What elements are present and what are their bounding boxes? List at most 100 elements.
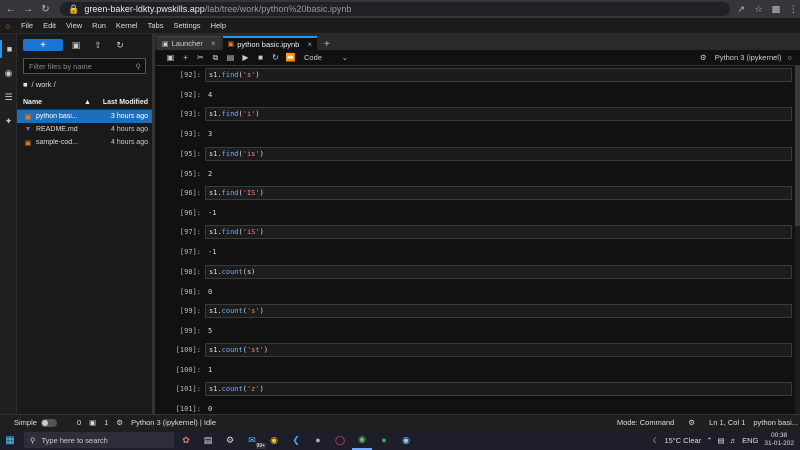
code-cell[interactable]: [100]: s1.count('st') [100]: 1 (155, 343, 795, 381)
restart-icon[interactable]: ↻ (268, 53, 283, 62)
menu-settings[interactable]: Settings (168, 21, 205, 30)
code-cell[interactable]: [92]: s1.find('s') [92]: 4 (155, 68, 795, 106)
copy-icon[interactable]: ⧉ (208, 53, 223, 63)
menu-view[interactable]: View (61, 21, 87, 30)
file-row[interactable]: ▼ README.md 4 hours ago (17, 123, 152, 136)
close-icon[interactable]: × (211, 39, 216, 48)
network-icon[interactable]: ▤ (718, 436, 725, 445)
code-cell[interactable]: [101]: s1.count('z') [101]: 0 (155, 382, 795, 414)
menu-edit[interactable]: Edit (38, 21, 61, 30)
github-icon[interactable]: ● (308, 430, 328, 450)
column-modified[interactable]: Last Modified (103, 99, 148, 106)
cursor-position[interactable]: Ln 1, Col 1 (709, 418, 745, 427)
refresh-icon[interactable]: ↻ (111, 40, 129, 51)
menu-kernel[interactable]: Kernel (111, 21, 143, 30)
cell-input[interactable]: s1.find('s') (205, 68, 792, 82)
menu-dots-icon[interactable]: ⋮ (787, 2, 800, 16)
forward-arrow-icon[interactable]: → (21, 2, 34, 16)
weather-text[interactable]: 15°C Clear (664, 436, 701, 445)
menu-run[interactable]: Run (87, 21, 111, 30)
kernel-indicator[interactable]: ⚙ Python 3 (ipykernel) ○ (700, 53, 800, 62)
file-row[interactable]: ▣ python basi... 3 hours ago (17, 110, 152, 123)
kernel-count[interactable]: 1 (104, 418, 108, 427)
paste-icon[interactable]: ▤ (223, 53, 238, 62)
run-icon[interactable]: ▶ (238, 53, 253, 62)
address-bar[interactable]: 🔒 green-baker-ldkty.pwskills.app/lab/tre… (60, 2, 731, 16)
close-icon[interactable]: × (307, 40, 312, 49)
code-cell[interactable]: [99]: s1.count('s') [99]: 5 (155, 303, 795, 342)
file-modified: 4 hours ago (111, 139, 148, 146)
running-icon[interactable]: ◉ (0, 64, 17, 82)
cell-input[interactable]: s1.count('z') (205, 382, 792, 397)
fast-forward-icon[interactable]: ⏩ (283, 53, 298, 62)
save-icon[interactable]: ▣ (163, 53, 178, 62)
code-object: s1. (209, 110, 222, 119)
opera-icon[interactable]: ◯ (330, 430, 350, 450)
share-icon[interactable]: ↗ (734, 2, 747, 16)
cell-input[interactable]: s1.count('st') (205, 343, 792, 358)
breadcrumb[interactable]: ■ / work / (17, 76, 152, 92)
back-arrow-icon[interactable]: ← (4, 2, 17, 16)
cell-input[interactable]: s1.find('i') (205, 107, 792, 122)
new-folder-icon[interactable]: ▣ (67, 40, 85, 51)
status-right: Mode: Command ⚙ Ln 1, Col 1 python basi.… (617, 418, 800, 427)
tab-launcher[interactable]: ▣ Launcher × (157, 36, 221, 50)
lang-label[interactable]: ENG (742, 436, 758, 445)
tray-expand-icon[interactable]: ⌃ (706, 436, 712, 445)
cell-input[interactable]: s1.count(s) (205, 264, 792, 279)
task-view-icon[interactable]: ▤ (198, 430, 218, 450)
mail-icon[interactable]: ✉ 99+ (242, 430, 266, 450)
volume-icon[interactable]: ♬ (730, 436, 738, 445)
upload-icon[interactable]: ⇧ (89, 40, 107, 51)
cell-output: 4 (208, 91, 213, 99)
simple-mode-toggle[interactable] (40, 418, 57, 427)
notebook-body[interactable]: [92]: s1.find('s') [92]: 4 [93]: s1.find('i')… (155, 66, 798, 414)
extensions-icon[interactable]: ▩ (769, 2, 782, 16)
code-cell[interactable]: [97]: s1.find('iS') [97]: -1 (155, 225, 795, 263)
add-tab-icon[interactable]: + (319, 39, 335, 50)
file-row[interactable]: ▣ sample-cod... 4 hours ago (17, 136, 152, 149)
cell-input[interactable]: s1.find('IS') (205, 185, 792, 200)
extension-puzzle-icon[interactable]: ✦ (0, 112, 17, 130)
clock[interactable]: 00:38 31-01-202 (764, 432, 794, 448)
menu-tabs[interactable]: Tabs (143, 21, 169, 30)
windows-start-icon[interactable]: ▦ (0, 430, 20, 450)
code-method: count (221, 346, 243, 355)
widget-icon[interactable]: ✿ (176, 430, 196, 450)
code-cell[interactable]: [95]: s1.find('is') [95]: 2 (155, 146, 795, 185)
toc-icon[interactable]: ☰ (0, 88, 17, 106)
kernel-gear-icon: ⚙ (116, 418, 124, 427)
reload-icon[interactable]: ↻ (39, 2, 52, 16)
filter-input[interactable]: Filter files by name ⚲ (23, 58, 146, 74)
taskbar-search[interactable]: ⚲ Type here to search (24, 432, 174, 448)
scrollbar-thumb[interactable] (795, 66, 800, 226)
cell-input[interactable]: s1.find('iS') (205, 225, 792, 240)
chrome-active-icon[interactable]: ◉ (352, 430, 372, 450)
code-method: count (221, 385, 243, 394)
cut-icon[interactable]: ✂ (193, 53, 208, 62)
notification-icon[interactable]: ⚙ (688, 418, 695, 427)
vscode-icon[interactable]: ❮ (286, 430, 306, 450)
menu-help[interactable]: Help (206, 21, 231, 30)
folder-icon[interactable]: ■ (0, 40, 17, 58)
gear-icon[interactable]: ⚙ (700, 53, 707, 62)
stop-icon[interactable]: ■ (253, 53, 268, 62)
spotify-icon[interactable]: ● (374, 430, 394, 450)
code-cell[interactable]: [96]: s1.find('IS') [96]: -1 (155, 185, 795, 224)
cell-input[interactable]: s1.find('is') (205, 146, 792, 161)
kernel-status[interactable]: Python 3 (ipykernel) | Idle (131, 418, 216, 427)
terminal-count[interactable]: 0 (77, 418, 81, 427)
code-cell[interactable]: [93]: s1.find('i') [93]: 3 (155, 107, 795, 145)
tab-notebook[interactable]: ▣ python basic.ipynb × (222, 36, 317, 50)
menu-file[interactable]: File (16, 21, 38, 30)
chrome-profile-icon[interactable]: ◉ (396, 430, 416, 450)
star-icon[interactable]: ☆ (752, 2, 765, 16)
column-name[interactable]: Name (23, 99, 84, 106)
code-cell[interactable]: [98]: s1.count(s) [98]: 0 (155, 264, 795, 303)
chrome-icon[interactable]: ◉ (264, 430, 284, 450)
insert-cell-icon[interactable]: + (178, 53, 193, 62)
cell-type-select[interactable]: Code ⌄ (304, 53, 348, 62)
new-launcher-button[interactable]: + (23, 39, 63, 51)
settings-gear-icon[interactable]: ⚙ (220, 430, 240, 450)
cell-input[interactable]: s1.count('s') (205, 303, 792, 318)
